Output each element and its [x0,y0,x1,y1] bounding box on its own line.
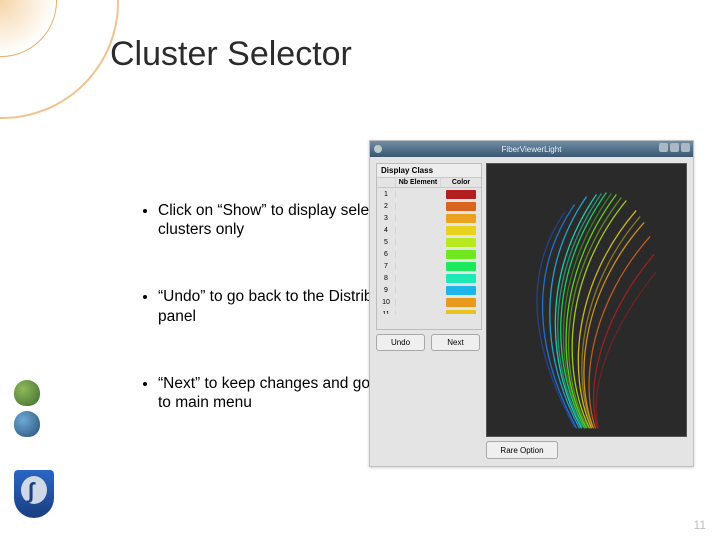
niral-logo [14,380,74,418]
display-class-panel: Display Class Nb Element Color 1 2 3 4 5 6 7 8 9… [376,163,482,330]
table-row[interactable]: 6 [377,248,481,260]
table-row[interactable]: 2 [377,200,481,212]
table-row[interactable]: 5 [377,236,481,248]
head-icon [14,470,54,518]
window-menu-icon[interactable] [374,145,382,153]
row-index: 4 [377,227,396,234]
minimize-icon[interactable] [659,143,668,152]
table-row[interactable]: 7 [377,260,481,272]
color-swatch [446,286,476,295]
bullet-list: Click on “Show” to display selected clus… [100,201,410,461]
rare-option-button[interactable]: Rare Option [486,441,558,459]
row-index: 9 [377,287,396,294]
row-color [441,274,481,283]
brain-icon [14,380,40,406]
row-index: 3 [377,215,396,222]
panel-buttons: Undo Next [376,334,480,351]
color-swatch [446,202,476,211]
table-row[interactable]: 3 [377,212,481,224]
row-color [441,286,481,295]
row-index: 7 [377,263,396,270]
panel-rows: 1 2 3 4 5 6 7 8 9 10 11 [377,188,481,314]
row-color [441,202,481,211]
row-index: 1 [377,191,396,198]
head-logo [14,470,58,520]
window-body: Display Class Nb Element Color 1 2 3 4 5 6 7 8 9… [370,157,693,466]
row-color [441,190,481,199]
page-title: Cluster Selector [110,35,352,74]
row-color [441,298,481,307]
page-number: 11 [694,518,706,532]
row-color [441,226,481,235]
table-row[interactable]: 11 [377,308,481,314]
row-index: 5 [377,239,396,246]
row-index: 10 [377,299,396,306]
table-row[interactable]: 4 [377,224,481,236]
row-index: 6 [377,251,396,258]
col-header-index [377,178,396,187]
col-header-color: Color [441,178,481,187]
table-row[interactable]: 8 [377,272,481,284]
maximize-icon[interactable] [670,143,679,152]
color-swatch [446,298,476,307]
undo-button[interactable]: Undo [376,334,425,351]
next-button[interactable]: Next [431,334,480,351]
row-color [441,310,481,315]
col-header-nb: Nb Element [396,178,441,187]
window-titlebar: FiberViewerLight [370,141,693,157]
brain-icon [14,411,40,437]
panel-title: Display Class [377,164,481,178]
panel-header-row: Nb Element Color [377,178,481,188]
table-row[interactable]: 1 [377,188,481,200]
row-color [441,250,481,259]
row-index: 8 [377,275,396,282]
window-title: FiberViewerLight [502,145,562,154]
row-color [441,262,481,271]
color-swatch [446,262,476,271]
fiber-render [487,164,686,436]
app-screenshot: FiberViewerLight Display Class Nb Elemen… [369,140,694,467]
row-index: 2 [377,203,396,210]
row-color [441,214,481,223]
row-index: 11 [377,311,396,315]
color-swatch [446,250,476,259]
color-swatch [446,190,476,199]
color-swatch [446,226,476,235]
row-color [441,238,481,247]
color-swatch [446,274,476,283]
close-icon[interactable] [681,143,690,152]
color-swatch [446,310,476,315]
color-swatch [446,214,476,223]
color-swatch [446,238,476,247]
table-row[interactable]: 10 [377,296,481,308]
table-row[interactable]: 9 [377,284,481,296]
fiber-viewer[interactable] [486,163,687,437]
window-controls [659,143,690,152]
